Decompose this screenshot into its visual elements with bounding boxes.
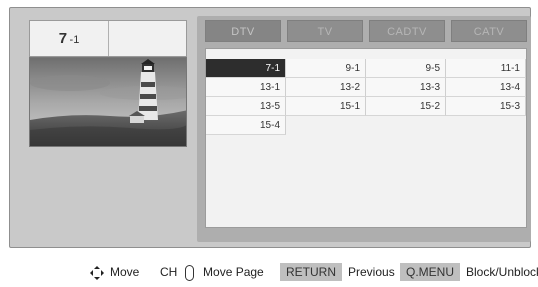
channel-cell-selected[interactable]: 7-1 bbox=[206, 59, 286, 78]
channel-grid: 7-1 9-1 9-5 11-1 13-1 13-2 13-3 13-4 13-5 15-1 15-… bbox=[206, 59, 526, 135]
channel-cell[interactable]: 11-1 bbox=[446, 59, 526, 78]
help-block-unblock-label: Block/Unblock bbox=[466, 265, 538, 279]
channel-cell[interactable]: 13-5 bbox=[206, 97, 286, 116]
channel-cell[interactable]: 13-1 bbox=[206, 78, 286, 97]
help-previous-label: Previous bbox=[348, 265, 395, 279]
channel-type-tabs: DTV TV CADTV CATV bbox=[205, 20, 527, 42]
channel-cell[interactable]: 13-3 bbox=[366, 78, 446, 97]
channel-major: 7 bbox=[58, 30, 68, 47]
channel-cell[interactable]: 13-4 bbox=[446, 78, 526, 97]
channel-preview-image bbox=[29, 57, 187, 147]
channel-cell[interactable]: 15-1 bbox=[286, 97, 366, 116]
channel-cell[interactable]: 9-1 bbox=[286, 59, 366, 78]
help-ch-label: CH bbox=[160, 265, 178, 279]
help-previous: RETURN Previous bbox=[280, 262, 395, 282]
help-bar: Move CH Move Page RETURN Previous Q.MENU B… bbox=[0, 262, 538, 282]
channel-list: 7-1 9-1 9-5 11-1 13-1 13-2 13-3 13-4 13-5 15-1 15-… bbox=[205, 48, 527, 228]
channel-cell[interactable]: 9-5 bbox=[366, 59, 446, 78]
current-channel-header: 7 -1 bbox=[29, 20, 187, 57]
lighthouse-image bbox=[30, 58, 186, 146]
ch-rocker-icon bbox=[184, 264, 194, 281]
tab-catv[interactable]: CATV bbox=[451, 20, 527, 42]
channel-cell[interactable]: 15-2 bbox=[366, 97, 446, 116]
tab-dtv[interactable]: DTV bbox=[205, 20, 281, 42]
help-move-page-label: Move Page bbox=[203, 265, 264, 279]
help-move: Move bbox=[90, 262, 139, 282]
return-key: RETURN bbox=[280, 263, 342, 281]
qmenu-key: Q.MENU bbox=[400, 263, 460, 281]
tab-cadtv[interactable]: CADTV bbox=[369, 20, 445, 42]
channel-cell[interactable]: 15-4 bbox=[206, 116, 286, 135]
channel-minor: -1 bbox=[69, 34, 80, 46]
current-channel-name bbox=[109, 21, 186, 56]
channel-cell[interactable]: 13-2 bbox=[286, 78, 366, 97]
current-channel-number: 7 -1 bbox=[30, 21, 109, 56]
help-move-page: CH Move Page bbox=[160, 262, 264, 282]
four-way-arrows-icon bbox=[90, 265, 104, 280]
help-move-label: Move bbox=[110, 265, 140, 279]
help-block-unblock: Q.MENU Block/Unblock bbox=[400, 262, 538, 282]
channel-cell[interactable]: 15-3 bbox=[446, 97, 526, 116]
tab-tv[interactable]: TV bbox=[287, 20, 363, 42]
